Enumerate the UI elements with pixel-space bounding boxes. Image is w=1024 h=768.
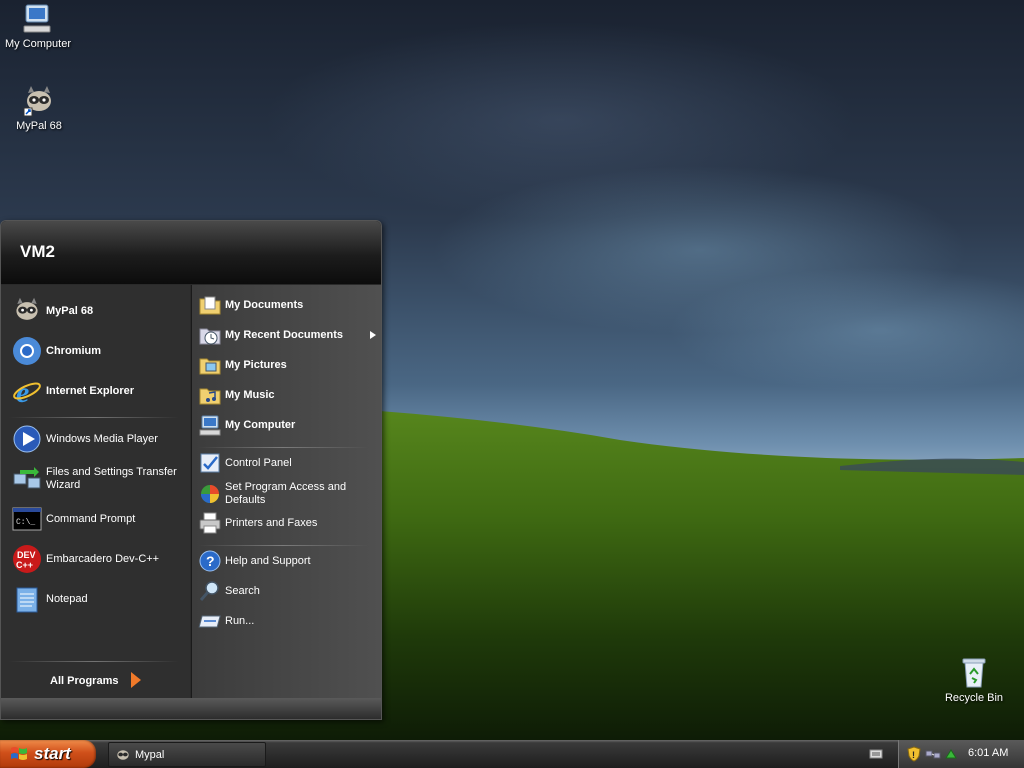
desktop-icon-label: Recycle Bin	[944, 692, 1004, 704]
menu-item-label: Set Program Access and Defaults	[225, 481, 347, 506]
keyboard-icon[interactable]	[869, 747, 883, 761]
menu-item-dev-cpp[interactable]: DEV C++ Embarcadero Dev-C++	[11, 543, 159, 575]
chromium-icon	[11, 335, 43, 367]
menu-item-label: My Music	[225, 388, 275, 401]
svg-text:C++: C++	[16, 560, 33, 570]
menu-item-my-documents[interactable]: My Documents	[198, 293, 303, 317]
menu-item-notepad[interactable]: Notepad	[11, 583, 88, 615]
menu-item-label: My Pictures	[225, 358, 287, 371]
menu-item-program-access[interactable]: Set Program Access and Defaults	[198, 481, 355, 507]
menu-item-label: Command Prompt	[46, 512, 136, 525]
arrow-right-icon	[130, 671, 142, 692]
recycle-bin-icon	[962, 658, 986, 688]
safely-remove-hardware-icon[interactable]	[943, 746, 959, 762]
menu-item-label: Chromium	[46, 344, 101, 357]
desktop-icon-label: MyPal 68	[16, 120, 62, 132]
menu-item-mypal[interactable]: MyPal 68	[11, 295, 93, 327]
start-label: start	[34, 744, 71, 763]
folder-documents-icon	[198, 293, 222, 317]
start-menu: VM2 MyPal 68 Chromium e Internet Explore…	[0, 220, 382, 720]
user-name: VM2	[20, 242, 55, 261]
network-icon[interactable]	[925, 746, 941, 762]
cmd-icon: C:\_	[11, 503, 43, 535]
svg-text:DEV: DEV	[17, 550, 36, 560]
start-menu-footer	[1, 698, 381, 719]
run-icon	[198, 609, 222, 633]
security-shield-icon[interactable]: !	[907, 746, 921, 762]
menu-item-label: My Recent Documents	[225, 328, 343, 341]
menu-item-label: Embarcadero Dev-C++	[46, 552, 160, 565]
windows-logo-icon	[10, 745, 28, 763]
help-icon: ?	[198, 549, 222, 573]
desktop-icon-label: My Computer	[4, 38, 72, 50]
taskbar-button-label: Mypal	[135, 748, 165, 761]
desktop-icon-my-computer[interactable]: My Computer	[0, 2, 78, 50]
menu-item-windows-media-player[interactable]: Windows Media Player	[11, 423, 158, 455]
menu-item-transfer-wizard[interactable]: Files and Settings Transfer Wizard	[11, 463, 181, 495]
menu-separator	[198, 447, 368, 448]
raccoon-icon	[11, 295, 43, 327]
transfer-wizard-icon	[11, 463, 43, 495]
menu-item-chromium[interactable]: Chromium	[11, 335, 101, 367]
menu-item-command-prompt[interactable]: C:\_ Command Prompt	[11, 503, 135, 535]
menu-item-my-computer[interactable]: My Computer	[198, 413, 295, 437]
menu-separator	[9, 661, 179, 662]
all-programs-label: All Programs	[50, 674, 119, 687]
clock[interactable]: 6:01 AM	[968, 747, 1008, 759]
search-icon	[198, 579, 222, 603]
menu-item-internet-explorer[interactable]: e Internet Explorer	[11, 375, 134, 407]
svg-text:C:\_: C:\_	[16, 518, 35, 527]
taskbar-button-mypal[interactable]: Mypal	[108, 742, 266, 767]
menu-item-label: Help and Support	[225, 554, 311, 567]
folder-music-icon	[198, 383, 222, 407]
menu-item-control-panel[interactable]: Control Panel	[198, 451, 292, 475]
recent-documents-icon	[198, 323, 222, 347]
ie-icon: e	[11, 375, 43, 407]
computer-icon	[23, 4, 51, 33]
menu-item-my-recent-documents[interactable]: My Recent Documents	[198, 323, 376, 347]
menu-item-label: Files and Settings Transfer Wizard	[46, 466, 177, 491]
start-menu-right-pane: My Documents My Recent Documents My Pict…	[191, 285, 381, 698]
folder-pictures-icon	[198, 353, 222, 377]
start-button[interactable]: start	[0, 740, 96, 768]
raccoon-icon	[23, 86, 51, 117]
taskbar: start Mypal ! 6:01 AM	[0, 740, 1024, 768]
menu-item-label: My Documents	[225, 298, 304, 311]
submenu-arrow-icon	[370, 328, 376, 342]
start-menu-left-pane: MyPal 68 Chromium e Internet Explorer Wi…	[1, 285, 190, 698]
desktop-icon-mypal[interactable]: MyPal 68	[0, 84, 79, 132]
menu-item-search[interactable]: Search	[198, 579, 260, 603]
notepad-icon	[11, 583, 43, 615]
control-panel-icon	[198, 451, 222, 475]
menu-item-label: Printers and Faxes	[225, 516, 318, 529]
menu-item-label: Run...	[225, 614, 255, 627]
menu-separator	[9, 417, 179, 418]
svg-text:!: !	[912, 750, 915, 760]
media-player-icon	[11, 423, 43, 455]
menu-item-label: Notepad	[46, 592, 88, 605]
raccoon-icon	[115, 747, 131, 763]
svg-text:?: ?	[206, 553, 215, 569]
all-programs-button[interactable]: All Programs	[47, 669, 142, 693]
menu-item-label: Search	[225, 584, 260, 597]
devcpp-icon: DEV C++	[11, 543, 43, 575]
menu-item-label: Internet Explorer	[46, 384, 135, 397]
menu-item-label: My Computer	[225, 418, 296, 431]
menu-item-run[interactable]: Run...	[198, 609, 254, 633]
menu-item-help-support[interactable]: ? Help and Support	[198, 549, 311, 573]
computer-icon	[198, 413, 222, 437]
menu-separator	[198, 545, 368, 546]
desktop-icon-recycle-bin[interactable]: Recycle Bin	[934, 656, 1014, 704]
menu-item-label: Windows Media Player	[46, 432, 158, 445]
program-access-icon	[198, 482, 222, 506]
menu-item-label: MyPal 68	[46, 304, 94, 317]
start-menu-header: VM2	[1, 221, 381, 284]
printer-icon	[198, 511, 222, 535]
menu-item-printers-faxes[interactable]: Printers and Faxes	[198, 511, 317, 535]
menu-item-my-music[interactable]: My Music	[198, 383, 275, 407]
menu-item-my-pictures[interactable]: My Pictures	[198, 353, 287, 377]
menu-item-label: Control Panel	[225, 456, 292, 469]
